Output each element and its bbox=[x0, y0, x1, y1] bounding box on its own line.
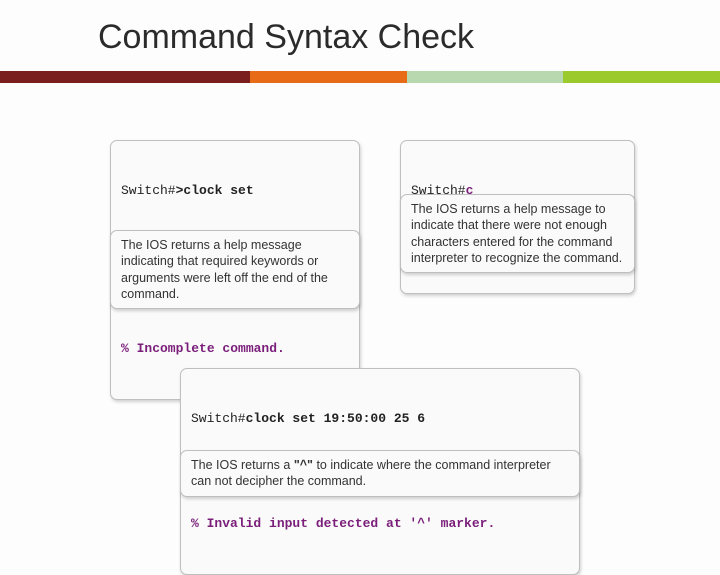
cmd: clock set 19:50:00 25 6 bbox=[246, 411, 425, 426]
desc-invalid: The IOS returns a "^" to indicate where … bbox=[180, 450, 580, 497]
desc-text: The IOS returns a help message indicatin… bbox=[121, 238, 328, 301]
cmd: >clock set bbox=[176, 183, 254, 198]
line: Switch#>clock set bbox=[121, 182, 349, 200]
slide-title: Command Syntax Check bbox=[0, 0, 720, 67]
prompt: Switch# bbox=[191, 411, 246, 426]
prompt: Switch# bbox=[121, 183, 176, 198]
line: Switch#clock set 19:50:00 25 6 bbox=[191, 410, 569, 428]
line-error: % Invalid input detected at '^' marker. bbox=[191, 515, 569, 533]
bar-seg-lime bbox=[563, 71, 720, 83]
accent-bar bbox=[0, 71, 720, 83]
bar-seg-maroon bbox=[0, 71, 250, 83]
desc-incomplete: The IOS returns a help message indicatin… bbox=[110, 230, 360, 309]
bar-seg-orange bbox=[250, 71, 407, 83]
desc-text-before: The IOS returns a bbox=[191, 458, 294, 472]
desc-mark: "^" bbox=[294, 458, 313, 472]
bar-seg-mint bbox=[407, 71, 564, 83]
desc-text: The IOS returns a help message to indica… bbox=[411, 202, 622, 265]
line-error: % Incomplete command. bbox=[121, 340, 349, 358]
desc-ambiguous: The IOS returns a help message to indica… bbox=[400, 194, 635, 273]
